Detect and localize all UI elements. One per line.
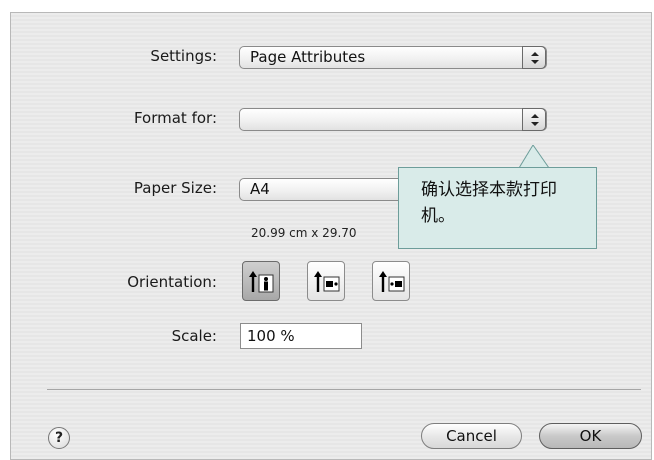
up-down-arrows-icon xyxy=(522,108,546,131)
paper-size-popup-value: A4 xyxy=(250,180,270,198)
settings-popup[interactable]: Page Attributes xyxy=(239,46,547,69)
settings-popup-value: Page Attributes xyxy=(250,48,366,66)
portrait-icon xyxy=(249,271,274,293)
reverse-landscape-icon xyxy=(379,271,405,292)
paper-size-dimensions: 20.99 cm x 29.70 xyxy=(251,226,357,240)
annotation-callout: 确认选择本款打印机。 xyxy=(398,167,597,249)
format-for-label: Format for: xyxy=(133,109,217,127)
landscape-orientation-button[interactable] xyxy=(307,261,345,301)
settings-label: Settings: xyxy=(150,47,217,65)
orientation-label: Orientation: xyxy=(127,273,217,291)
ok-button[interactable]: OK xyxy=(539,423,642,449)
tooltip-pointer xyxy=(518,145,550,169)
help-button[interactable]: ? xyxy=(48,427,70,449)
portrait-orientation-button[interactable] xyxy=(242,261,280,301)
landscape-icon xyxy=(314,271,340,292)
cancel-button[interactable]: Cancel xyxy=(421,423,522,449)
format-for-popup[interactable] xyxy=(239,108,547,131)
scale-input[interactable]: 100 % xyxy=(240,323,362,349)
divider xyxy=(47,389,641,390)
up-down-arrows-icon xyxy=(522,46,546,69)
paper-size-label: Paper Size: xyxy=(133,179,217,197)
page-setup-sheet: Settings: Page Attributes Format for: Pa… xyxy=(10,12,652,460)
reverse-landscape-orientation-button[interactable] xyxy=(372,261,410,301)
scale-label: Scale: xyxy=(171,327,217,345)
